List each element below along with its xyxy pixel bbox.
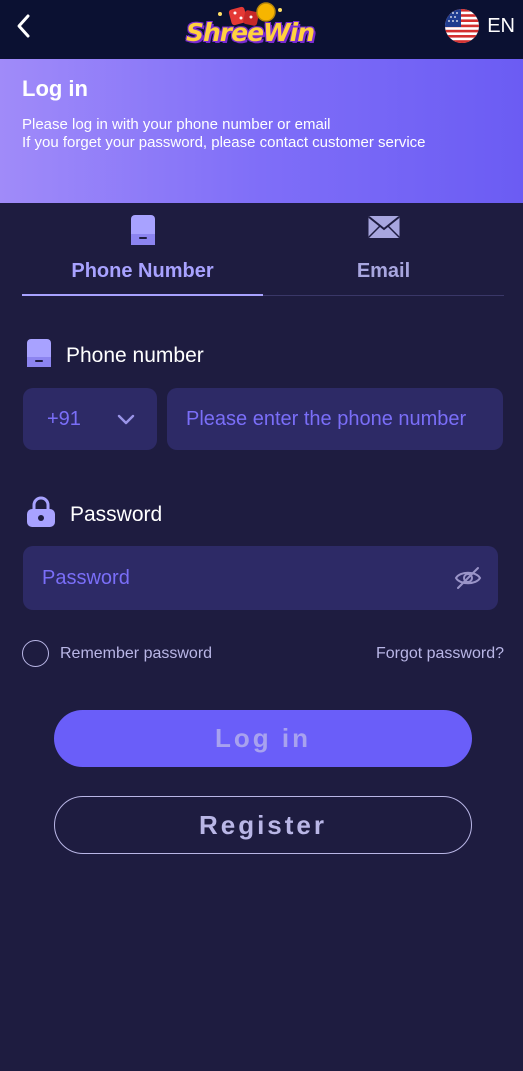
login-description: Please log in with your phone number or … [22,116,426,152]
lock-icon [26,496,56,533]
login-banner: Log in Please log in with your phone num… [0,59,523,203]
tab-divider [263,295,504,296]
remember-password-checkbox[interactable] [22,640,49,667]
tab-email-label: Email [356,260,411,282]
page-title: Log in [22,76,88,101]
country-code-select[interactable]: +91 [23,388,157,450]
password-field [23,546,498,610]
remember-password-label: Remember password [60,644,213,662]
description-line-2: If you forget your password, please cont… [22,134,426,151]
forgot-password-link[interactable]: Forgot password? [376,645,504,663]
back-icon[interactable] [14,12,38,40]
phone-number-label: Phone number [26,338,204,373]
phone-icon [26,338,52,373]
country-code-value: +91 [47,408,81,430]
phone-icon [130,214,156,251]
password-label-text: Password [70,502,163,526]
tab-email[interactable]: Email [263,210,504,296]
eye-off-icon[interactable] [454,565,482,596]
chevron-down-icon [117,410,135,433]
register-button[interactable]: Register [54,796,472,854]
login-button[interactable]: Log in [54,710,472,767]
password-label: Password [26,496,162,533]
top-bar: ShreeWin EN [0,0,523,59]
language-selector[interactable]: EN [445,9,515,43]
tab-phone-number-label: Phone Number [71,260,214,282]
logo-text: ShreeWin [186,18,315,47]
phone-number-label-text: Phone number [66,343,204,367]
remember-password[interactable]: Remember password [22,640,212,667]
language-label: EN [487,14,515,37]
description-line-1: Please log in with your phone number or … [22,116,331,133]
us-flag-icon [445,9,480,43]
logo: ShreeWin [182,2,334,52]
phone-number-input[interactable] [167,388,503,450]
login-method-tabs: Phone Number Email [22,210,504,296]
tab-phone-number[interactable]: Phone Number [22,210,263,296]
active-tab-indicator [22,294,263,296]
phone-number-field [167,388,503,450]
mail-icon [367,214,401,245]
password-input[interactable] [23,546,498,610]
